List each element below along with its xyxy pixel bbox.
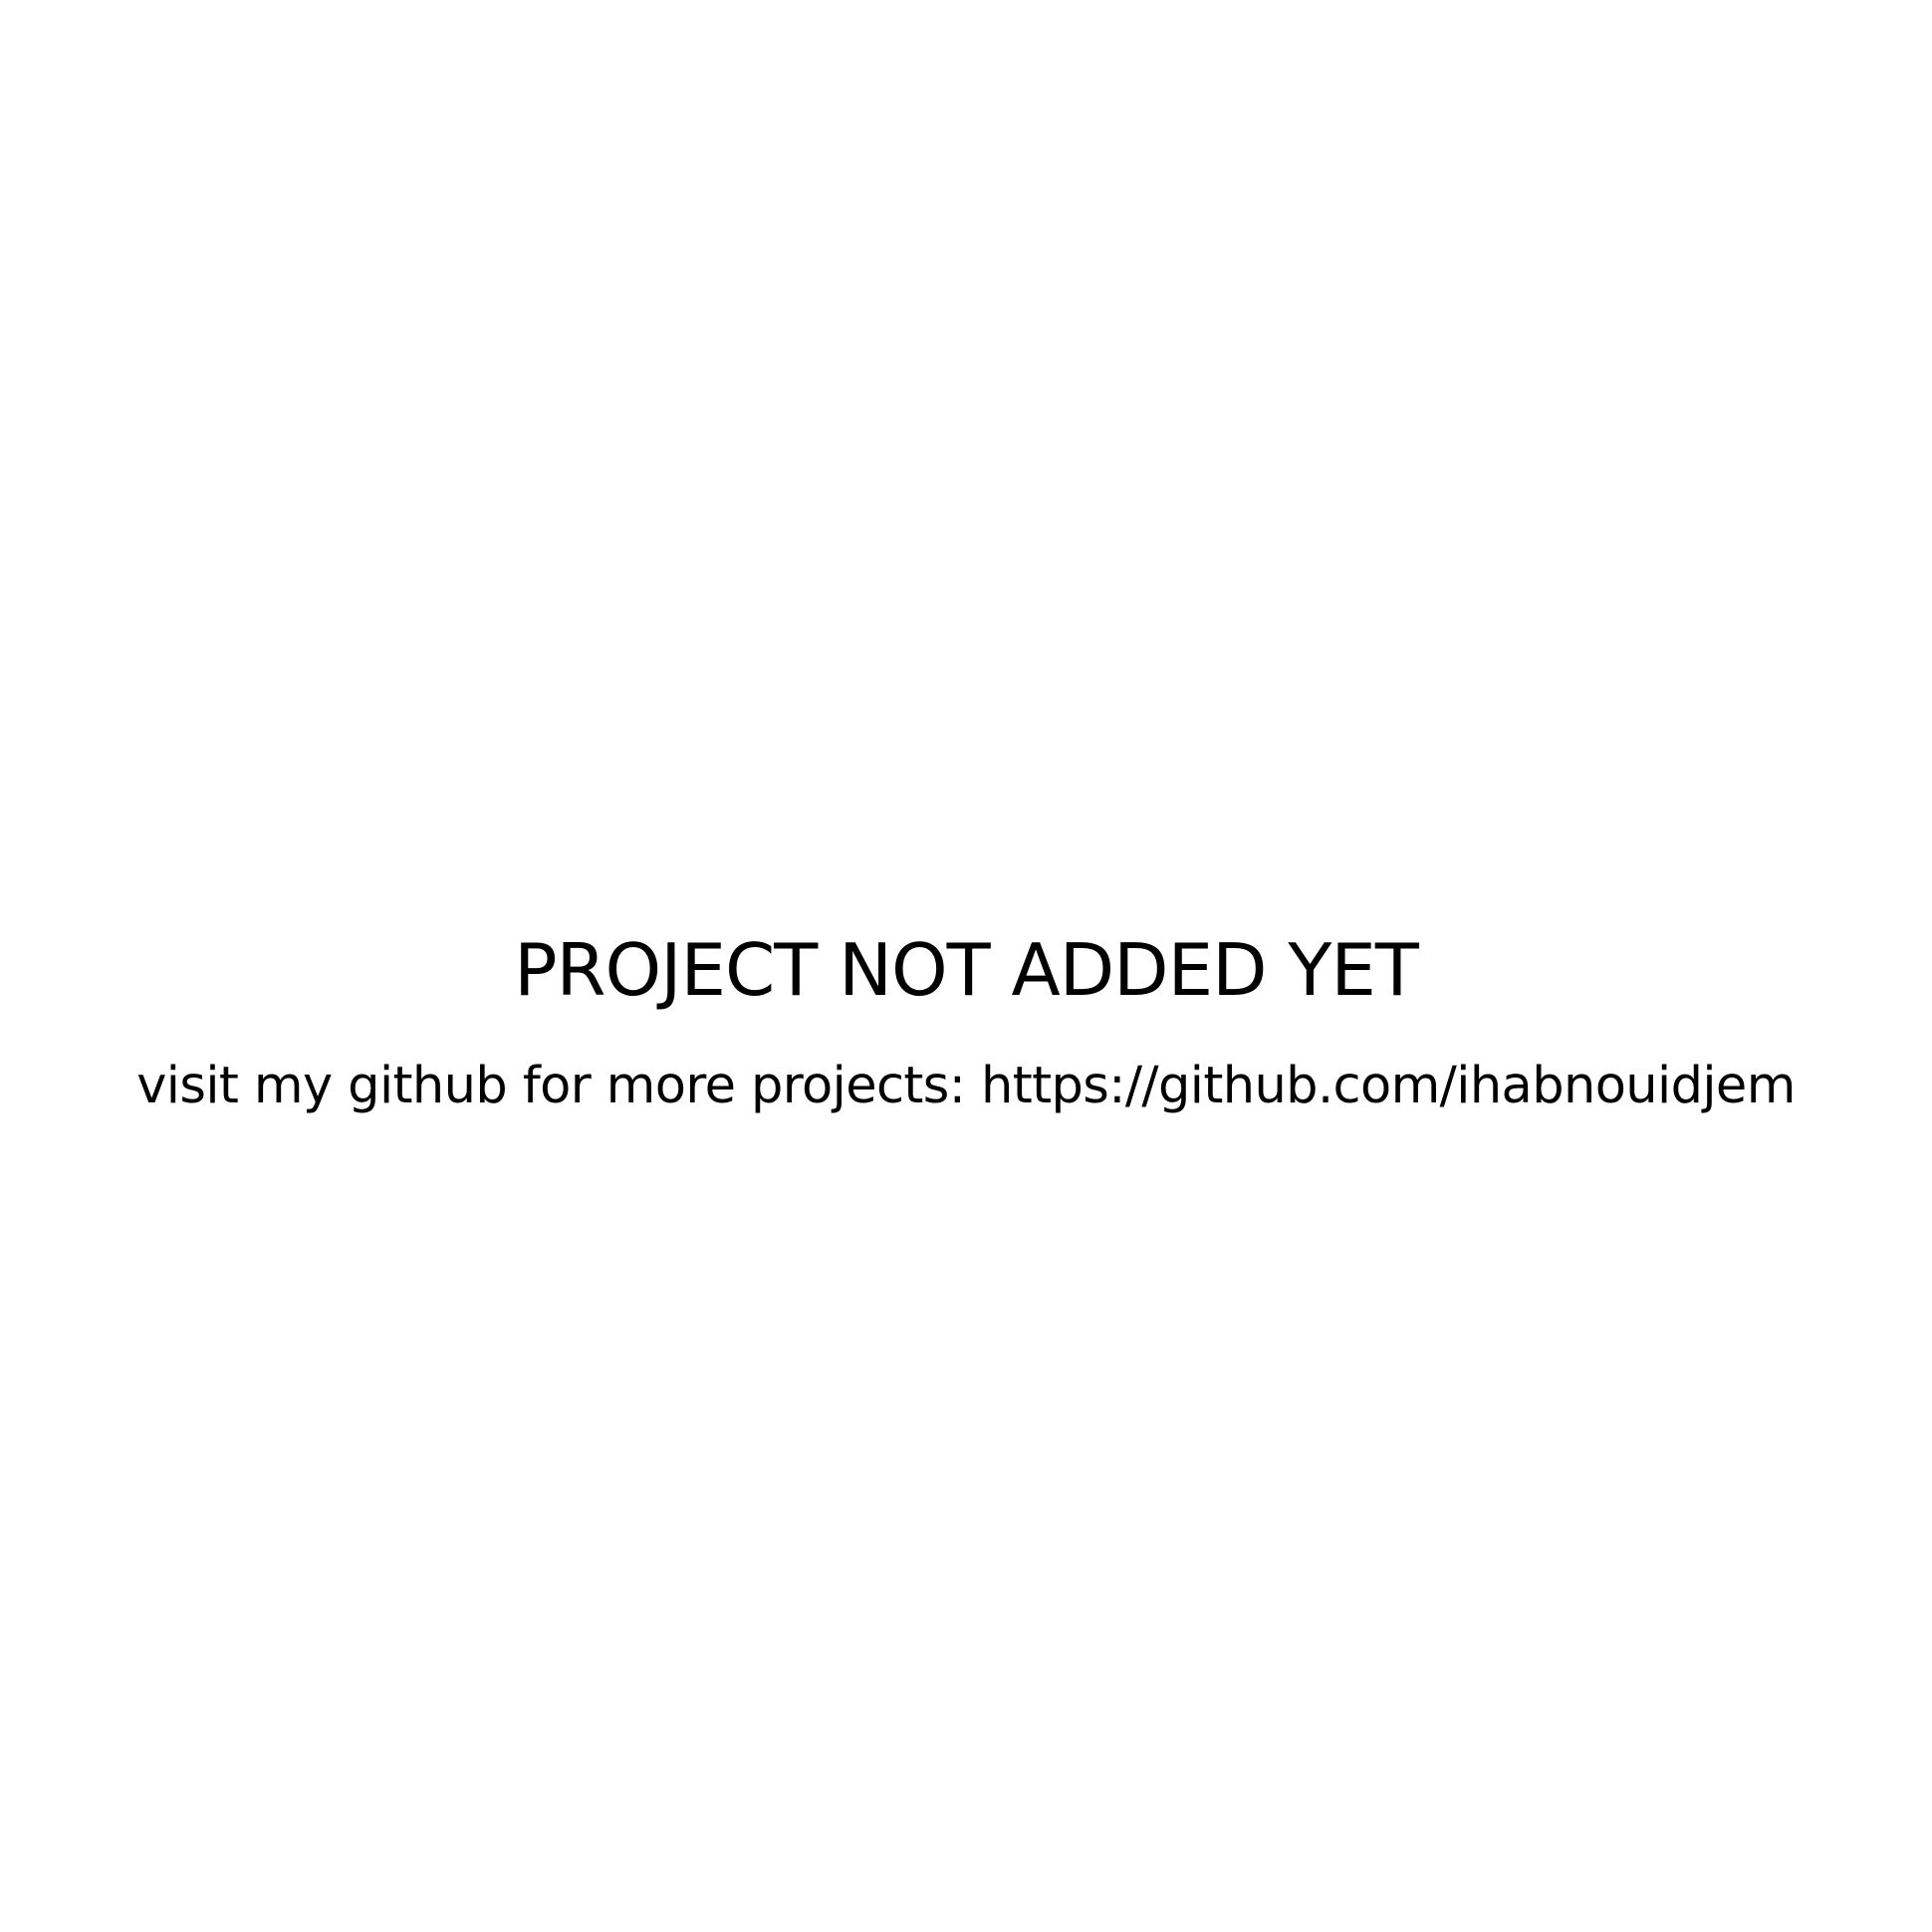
project-placeholder-page: PROJECT NOT ADDED YET visit my github fo…: [0, 0, 1932, 1932]
page-title: PROJECT NOT ADDED YET: [514, 928, 1419, 1013]
github-link-message: visit my github for more projects: https…: [136, 1057, 1796, 1115]
